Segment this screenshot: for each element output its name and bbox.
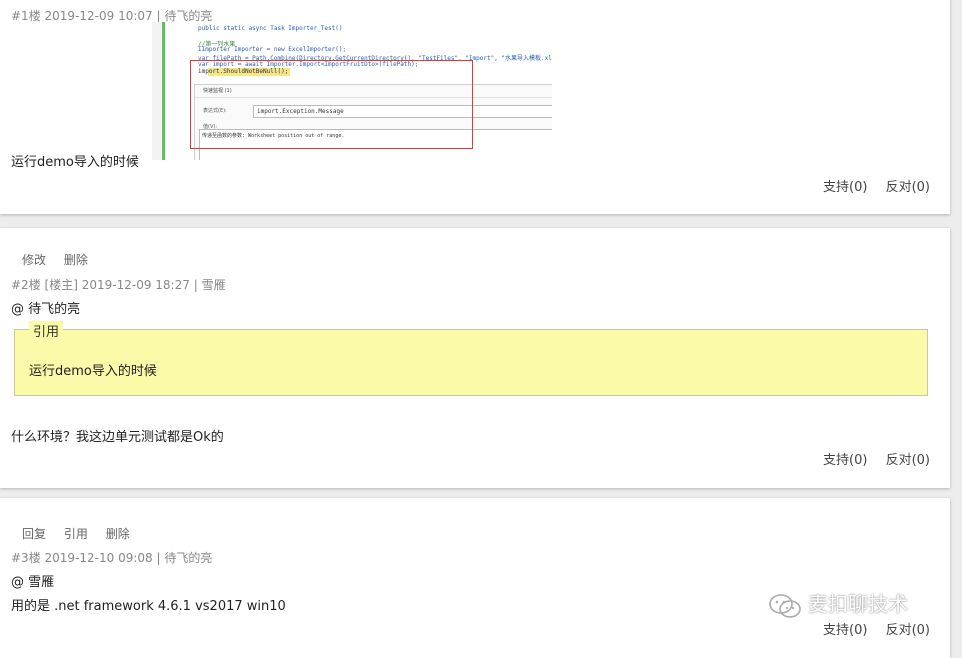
support-button[interactable]: 支持(0): [823, 623, 867, 638]
mention: @ 雪雁: [11, 575, 55, 590]
comment-date: 2019-12-09 18:27: [81, 278, 190, 292]
author-link[interactable]: 雪雁: [202, 278, 226, 292]
comment-meta: #3楼 2019-12-10 09:08 | 待飞的亮: [11, 549, 212, 566]
author-tag: [楼主]: [44, 278, 78, 292]
reply-link[interactable]: 回复: [22, 527, 46, 541]
support-button[interactable]: 支持(0): [823, 453, 867, 468]
quote-legend: 引用: [29, 321, 64, 340]
wechat-icon: [768, 593, 802, 619]
meta-separator: |: [156, 9, 161, 23]
comment-actions: 修改 删除: [22, 251, 102, 268]
floor-link[interactable]: #2楼: [11, 278, 41, 292]
comment-card-3: 回复 引用 删除 #3楼 2019-12-10 09:08 | 待飞的亮 @ 雪…: [0, 498, 950, 658]
delete-link[interactable]: 删除: [64, 253, 88, 267]
watermark-text: 麦扣聊技术: [808, 592, 908, 616]
mention: @ 待飞的亮: [11, 302, 81, 317]
comment-date: 2019-12-09 10:07: [44, 9, 153, 23]
delete-link[interactable]: 删除: [106, 527, 130, 541]
quote-block: 引用 运行demo导入的时候: [14, 321, 928, 396]
comment-body: 什么环境？我这边单元测试都是Ok的: [11, 430, 224, 445]
floor-link[interactable]: #1楼: [11, 9, 41, 23]
meta-separator: |: [156, 551, 161, 565]
vote-bar: 支持(0) 反对(0): [809, 176, 930, 195]
edit-link[interactable]: 修改: [22, 253, 46, 267]
watermark: 麦扣聊技术: [768, 588, 908, 619]
comment-date: 2019-12-10 09:08: [44, 551, 153, 565]
quote-link[interactable]: 引用: [64, 527, 88, 541]
oppose-button[interactable]: 反对(0): [886, 623, 930, 638]
vote-bar: 支持(0) 反对(0): [809, 619, 930, 638]
vote-bar: 支持(0) 反对(0): [809, 449, 930, 468]
attached-screenshot[interactable]: public static async Task Importer_Test()…: [152, 22, 552, 160]
author-link[interactable]: 待飞的亮: [164, 551, 212, 565]
oppose-button[interactable]: 反对(0): [886, 453, 930, 468]
comment-card-2: 修改 删除 #2楼 [楼主] 2019-12-09 18:27 | 雪雁 @ 待…: [0, 228, 950, 488]
code-line: public static async Task Importer_Test(): [198, 25, 343, 32]
support-button[interactable]: 支持(0): [823, 180, 867, 195]
comment-actions: 回复 引用 删除: [22, 525, 144, 542]
quote-text: 运行demo导入的时候: [29, 364, 157, 379]
comment-card-1: #1楼 2019-12-09 10:07 | 待飞的亮 public stati…: [0, 0, 950, 214]
highlight-box: [190, 60, 473, 149]
comment-body: 用的是 .net framework 4.6.1 vs2017 win10: [11, 599, 286, 614]
comment-meta: #2楼 [楼主] 2019-12-09 18:27 | 雪雁: [11, 276, 226, 293]
meta-separator: |: [193, 278, 198, 292]
code-line: IImporter Importer = new ExcelImporter()…: [198, 46, 347, 53]
floor-link[interactable]: #3楼: [11, 551, 41, 565]
comment-body: 运行demo导入的时候: [11, 155, 139, 170]
change-marker: [162, 22, 165, 160]
oppose-button[interactable]: 反对(0): [886, 180, 930, 195]
author-link[interactable]: 待飞的亮: [164, 9, 212, 23]
